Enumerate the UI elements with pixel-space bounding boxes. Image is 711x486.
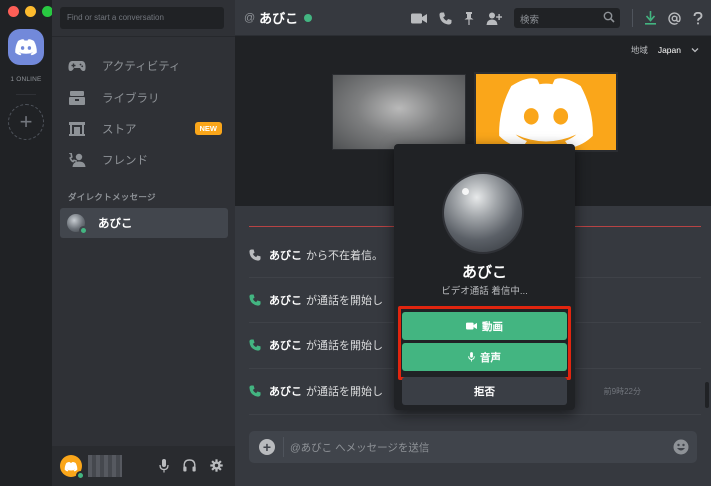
channel-title: あびこ xyxy=(259,11,299,26)
nav-label: ストア xyxy=(102,124,137,136)
friends-icon xyxy=(66,153,88,167)
add-server-button[interactable]: + xyxy=(8,104,44,140)
dm-name: あびこ xyxy=(98,218,133,230)
conversation-search-input[interactable]: Find or start a conversation xyxy=(60,7,224,29)
message-author[interactable]: あびこ xyxy=(269,383,302,399)
call-status: ビデオ通話 着信中... xyxy=(441,286,528,297)
video-camera-icon xyxy=(466,322,477,330)
microphone-icon xyxy=(468,352,475,362)
nav-label: フレンド xyxy=(102,155,148,167)
message-text: から不在着信。 xyxy=(306,250,383,262)
discord-logo-icon xyxy=(15,39,37,56)
at-symbol: @ xyxy=(244,11,256,24)
online-status-dot xyxy=(304,13,313,22)
missed-call-icon xyxy=(249,249,263,261)
call-started-icon xyxy=(249,385,263,397)
download-icon[interactable] xyxy=(645,11,656,25)
video-call-icon[interactable] xyxy=(411,13,427,24)
self-video-tile[interactable] xyxy=(474,72,618,152)
nav-item-friends[interactable]: フレンド xyxy=(60,146,228,174)
sidebar-divider xyxy=(52,36,235,37)
message-timestamp: 前9時22分 xyxy=(603,386,641,396)
headphones-icon[interactable] xyxy=(183,459,196,472)
user-controls xyxy=(159,459,223,473)
message-author[interactable]: あびこ xyxy=(269,247,302,263)
help-icon[interactable] xyxy=(693,11,703,25)
toolbar-divider xyxy=(632,9,633,27)
online-count: 1 ONLINE xyxy=(10,76,42,83)
message-author[interactable]: あびこ xyxy=(269,337,302,353)
message-input[interactable]: @あびこ へメッセージを送信 xyxy=(290,440,429,455)
discord-logo-icon xyxy=(64,461,78,471)
message-composer[interactable]: + @あびこ へメッセージを送信 xyxy=(249,431,697,463)
accept-video-button[interactable]: 動画 xyxy=(402,312,567,340)
nav-label: アクティビティ xyxy=(102,61,181,73)
gear-icon[interactable] xyxy=(210,459,223,472)
microphone-icon[interactable] xyxy=(159,459,169,473)
add-friend-icon[interactable] xyxy=(486,12,502,25)
store-icon xyxy=(66,122,88,136)
window-controls xyxy=(8,6,53,17)
message-search-input[interactable]: 検索 xyxy=(514,8,620,28)
message-divider xyxy=(249,414,701,415)
gamepad-icon xyxy=(66,60,88,72)
region-label: 地域 xyxy=(630,45,648,55)
message-author[interactable]: あびこ xyxy=(269,292,302,308)
participant-video-tile[interactable] xyxy=(332,74,466,150)
avatar xyxy=(67,214,88,235)
accept-voice-label: 音声 xyxy=(480,351,501,364)
username-redacted xyxy=(88,455,122,477)
call-started-icon xyxy=(249,294,263,306)
region-selector[interactable]: 地域 Japan xyxy=(631,44,699,56)
rail-divider xyxy=(16,94,36,95)
dm-section-header: ダイレクトメッセージ xyxy=(68,192,156,202)
close-window-button[interactable] xyxy=(8,6,19,17)
online-status-dot xyxy=(79,226,88,235)
voice-call-icon[interactable] xyxy=(439,12,452,25)
message-text: が通話を開始し xyxy=(306,340,383,352)
caller-name: あびこ xyxy=(461,264,507,281)
guild-rail: 1 ONLINE + xyxy=(0,0,53,486)
dm-sidebar: Find or start a conversation アクティビティ ライブ… xyxy=(52,0,235,486)
emoji-icon[interactable] xyxy=(673,439,689,455)
nav-item-store[interactable]: ストア NEW xyxy=(60,115,228,143)
accept-video-label: 動画 xyxy=(482,320,503,333)
pin-icon[interactable] xyxy=(464,11,474,25)
avatar-detail xyxy=(462,188,469,195)
region-value: Japan xyxy=(657,45,681,55)
discord-logo-icon xyxy=(499,78,593,148)
decline-button[interactable]: 拒否 xyxy=(402,377,567,405)
library-icon xyxy=(66,91,88,105)
caller-avatar xyxy=(442,172,524,254)
message-text: が通話を開始し xyxy=(306,295,383,307)
new-badge: NEW xyxy=(194,122,222,135)
mention-icon[interactable] xyxy=(668,11,681,25)
nav-item-activity[interactable]: アクティビティ xyxy=(60,52,228,80)
accept-voice-button[interactable]: 音声 xyxy=(402,343,567,371)
dm-list-item[interactable]: あびこ xyxy=(60,208,228,238)
channel-header: @ あびこ 検索 xyxy=(235,0,711,36)
attach-button[interactable]: + xyxy=(259,439,275,455)
user-avatar[interactable] xyxy=(60,455,85,480)
composer-divider xyxy=(283,437,284,457)
user-panel xyxy=(52,446,235,486)
search-placeholder: 検索 xyxy=(520,15,540,26)
message-text: が通話を開始し xyxy=(306,386,383,398)
header-toolbar: 検索 xyxy=(411,0,703,36)
scrollbar[interactable] xyxy=(705,382,709,408)
online-status-dot xyxy=(76,471,85,480)
incoming-call-popup: あびこ ビデオ通話 着信中... 動画 音声 拒否 xyxy=(394,144,575,410)
nav-label: ライブラリ xyxy=(102,93,160,105)
search-icon xyxy=(603,11,615,23)
nav-item-library[interactable]: ライブラリ xyxy=(60,84,228,112)
call-started-icon xyxy=(249,339,263,351)
chevron-down-icon xyxy=(691,48,699,53)
minimize-window-button[interactable] xyxy=(25,6,36,17)
home-button[interactable] xyxy=(8,29,44,65)
